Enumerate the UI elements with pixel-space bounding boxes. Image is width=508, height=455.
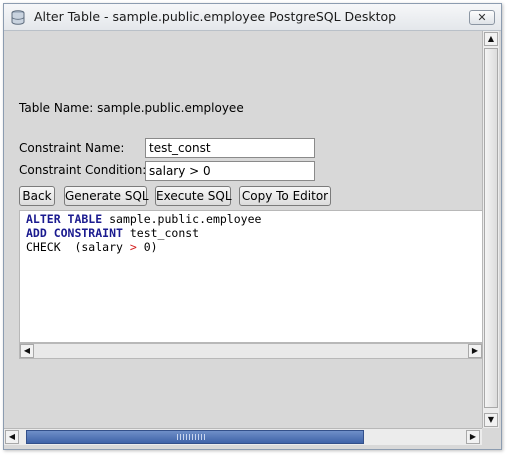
- window-scroll-right-button[interactable]: ▶: [466, 430, 480, 444]
- window-title: Alter Table - sample.public.employee Pos…: [34, 9, 397, 24]
- scroll-right-button[interactable]: ▶: [468, 344, 482, 358]
- scrollbar-corner: [482, 428, 499, 445]
- arrow-up-icon: ▲: [487, 34, 495, 43]
- scroll-grip: [177, 434, 207, 440]
- main-panel: Table Name: sample.public.employee Const…: [4, 31, 483, 427]
- close-icon: ✕: [477, 11, 487, 24]
- sql-keyword: ADD CONSTRAINT: [26, 226, 123, 240]
- arrow-right-icon: ▶: [471, 346, 479, 355]
- scroll-down-button[interactable]: ▼: [484, 413, 498, 427]
- horizontal-scroll-thumb[interactable]: [26, 430, 364, 444]
- constraint-name-label: Constraint Name:: [19, 141, 125, 155]
- scroll-left-button[interactable]: ◀: [20, 344, 34, 358]
- arrow-right-icon: ▶: [469, 432, 477, 441]
- sql-keyword: ALTER TABLE: [26, 212, 103, 226]
- constraint-condition-label: Constraint Condition:: [19, 163, 147, 177]
- arrow-left-icon: ◀: [23, 346, 31, 355]
- sql-text: CHECK (salary: [26, 240, 130, 254]
- sql-line-2: ADD CONSTRAINT test_const: [26, 226, 482, 240]
- back-button[interactable]: Back: [19, 186, 55, 206]
- arrow-left-icon: ◀: [8, 432, 16, 441]
- sql-text: test_const: [122, 226, 200, 240]
- database-icon: [11, 10, 25, 25]
- window-scroll-left-button[interactable]: ◀: [5, 430, 19, 444]
- close-button[interactable]: ✕: [469, 10, 495, 25]
- sql-text: sample.public.employee: [102, 212, 262, 226]
- title-bar[interactable]: Alter Table - sample.public.employee Pos…: [4, 4, 501, 31]
- sql-line-1: ALTER TABLE sample.public.employee: [26, 212, 482, 226]
- execute-sql-button[interactable]: Execute SQL: [155, 186, 232, 206]
- constraint-condition-input[interactable]: salary > 0: [145, 161, 315, 181]
- alter-table-window: Alter Table - sample.public.employee Pos…: [3, 3, 502, 450]
- table-name-label: Table Name: sample.public.employee: [19, 101, 244, 115]
- arrow-down-icon: ▼: [487, 415, 495, 424]
- sql-line-3: CHECK (salary > 0): [26, 240, 482, 254]
- window-vertical-scrollbar[interactable]: ▲ ▼: [482, 31, 499, 428]
- generate-sql-button[interactable]: Generate SQL: [64, 186, 149, 206]
- vertical-scroll-thumb[interactable]: [484, 48, 498, 408]
- constraint-name-input[interactable]: test_const: [145, 138, 315, 158]
- sql-horizontal-scrollbar[interactable]: ◀ ▶: [19, 343, 483, 359]
- sql-operator: >: [129, 240, 137, 254]
- scroll-up-button[interactable]: ▲: [484, 32, 498, 46]
- sql-text: 0): [136, 240, 158, 254]
- copy-to-editor-button[interactable]: Copy To Editor: [239, 186, 331, 206]
- sql-editor[interactable]: ALTER TABLE sample.public.employee ADD C…: [19, 210, 483, 343]
- window-horizontal-scrollbar[interactable]: ◀ ▶: [4, 428, 482, 445]
